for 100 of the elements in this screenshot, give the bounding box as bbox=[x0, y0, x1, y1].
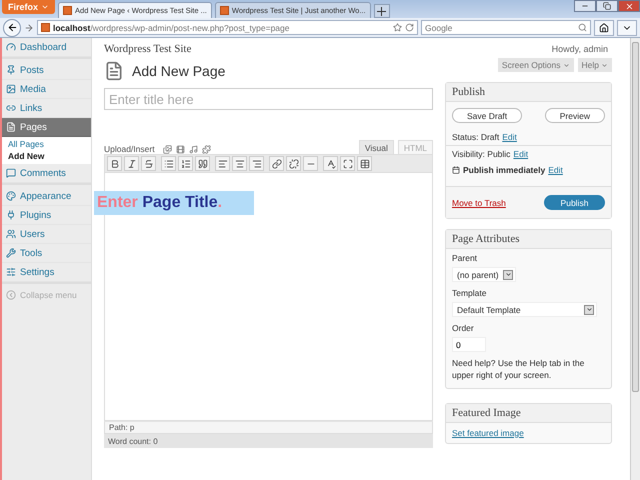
site-title[interactable]: Wordpress Test Site bbox=[104, 43, 192, 55]
forward-button[interactable] bbox=[24, 22, 34, 32]
back-arrow-icon bbox=[6, 22, 18, 33]
order-input-field[interactable]: 0 bbox=[452, 337, 486, 352]
sidebar-item[interactable]: Appearance bbox=[2, 187, 91, 206]
new-tab-button[interactable] bbox=[374, 4, 390, 18]
favicon-icon bbox=[41, 23, 50, 32]
comment-icon bbox=[6, 168, 16, 178]
toolbar-button[interactable] bbox=[232, 156, 247, 171]
pin-icon bbox=[6, 65, 16, 75]
save-draft-button[interactable]: Save Draft bbox=[452, 108, 522, 123]
toolbar-button[interactable] bbox=[141, 156, 156, 171]
link-icon bbox=[272, 158, 282, 168]
align-center-icon bbox=[234, 158, 244, 168]
sidebar-item[interactable]: Settings bbox=[2, 263, 91, 282]
back-button[interactable] bbox=[3, 18, 21, 36]
toolbar-button[interactable] bbox=[340, 156, 355, 171]
toolbar-button[interactable] bbox=[269, 156, 284, 171]
spellcheck-icon bbox=[326, 158, 336, 168]
path-text: Path: p bbox=[104, 421, 433, 434]
set-featured-image-link[interactable]: Set featured image bbox=[452, 428, 524, 438]
video-icon[interactable] bbox=[176, 145, 185, 154]
parent-select[interactable]: (no parent) bbox=[452, 267, 516, 282]
scrollbar[interactable] bbox=[630, 38, 640, 480]
address-bar[interactable]: localhost/wordpress/wp-admin/post-new.php?post_type=page bbox=[37, 20, 418, 35]
sidebar-item[interactable]: Users bbox=[2, 225, 91, 244]
toolbar-button[interactable] bbox=[161, 156, 176, 171]
align-left-icon bbox=[218, 158, 228, 168]
align-right-icon bbox=[252, 158, 262, 168]
field-label: Parent bbox=[451, 252, 478, 265]
caret-icon bbox=[562, 62, 570, 68]
plug-icon bbox=[6, 210, 16, 220]
caret-icon bbox=[41, 3, 50, 11]
header-tab-button[interactable]: Help bbox=[578, 58, 612, 72]
sidebar-item[interactable]: Pages bbox=[2, 118, 91, 137]
media-icon[interactable] bbox=[202, 145, 211, 154]
reload-icon[interactable] bbox=[405, 23, 414, 32]
sidebar-item[interactable]: Tools bbox=[2, 244, 91, 263]
toolbar-button[interactable] bbox=[357, 156, 372, 171]
users-icon bbox=[6, 229, 16, 239]
sidebar-item[interactable]: Dashboard bbox=[2, 38, 91, 57]
user-greeting[interactable]: Howdy, admin bbox=[552, 44, 608, 54]
toolbar-button[interactable] bbox=[124, 156, 139, 171]
toolbar-button[interactable] bbox=[286, 156, 301, 171]
preview-button[interactable]: Preview bbox=[544, 108, 605, 123]
template-select[interactable]: Default Template bbox=[452, 302, 597, 317]
music-icon[interactable] bbox=[188, 145, 198, 154]
favicon-icon bbox=[220, 6, 229, 15]
firefox-menu-button[interactable]: Firefox bbox=[2, 0, 56, 14]
caret-icon bbox=[601, 62, 608, 68]
move-to-trash-link[interactable]: Move to Trash bbox=[452, 198, 506, 208]
home-icon bbox=[599, 22, 609, 32]
toolbar-button[interactable] bbox=[215, 156, 230, 171]
title-input-field[interactable]: Enter title here bbox=[104, 88, 433, 110]
header-tab-button[interactable]: Screen Options bbox=[498, 58, 574, 72]
search-placeholder: Google bbox=[425, 22, 454, 32]
upload-insert-label: Upload/Insert bbox=[104, 144, 155, 154]
restore-icon bbox=[603, 2, 611, 10]
collapse-label: Collapse menu bbox=[20, 290, 77, 300]
toolbar-button[interactable] bbox=[195, 156, 210, 171]
image-icon[interactable] bbox=[162, 145, 172, 154]
publish-setting: Status: Draft bbox=[452, 132, 500, 142]
field-label: Template bbox=[451, 287, 488, 300]
quote-icon bbox=[198, 158, 208, 168]
submenu-item[interactable]: All Pages bbox=[8, 139, 91, 149]
submenu-item[interactable]: Add New bbox=[8, 151, 91, 161]
toolbar-button[interactable] bbox=[178, 156, 193, 171]
fullscreen-icon bbox=[342, 158, 352, 168]
word-count: Word count: 0 bbox=[104, 434, 433, 448]
toolbar-button[interactable] bbox=[303, 156, 318, 171]
strikethrough-icon bbox=[144, 158, 154, 168]
field-label: Order bbox=[451, 322, 475, 335]
panel-title: Featured Image bbox=[446, 404, 611, 423]
home-button[interactable] bbox=[594, 20, 614, 36]
help-text: Need help? Use the Help tab in the upper right of your screen. bbox=[451, 357, 586, 382]
restore-button[interactable] bbox=[596, 0, 618, 12]
toolbar-button[interactable] bbox=[323, 156, 338, 171]
search-field[interactable]: Google bbox=[421, 20, 591, 35]
toolbar-button[interactable] bbox=[107, 156, 122, 171]
image-icon bbox=[6, 84, 16, 94]
toolbar-button[interactable] bbox=[249, 156, 264, 171]
publish-setting: Visibility: Public bbox=[452, 149, 510, 159]
url-text: localhost/wordpress/wp-admin/post-new.php?post_type=page bbox=[53, 22, 290, 32]
panel-title: Page Attributes bbox=[446, 230, 611, 249]
sidebar-item[interactable]: Plugins bbox=[2, 206, 91, 225]
search-icon[interactable] bbox=[578, 23, 587, 32]
close-icon bbox=[624, 2, 634, 10]
publish-button[interactable]: Publish bbox=[544, 195, 605, 210]
sidebar-item[interactable]: Posts bbox=[2, 61, 91, 80]
editor-tab[interactable]: Visual bbox=[358, 140, 394, 154]
bookmark-star-icon[interactable] bbox=[393, 23, 402, 32]
bold-icon bbox=[110, 158, 120, 168]
edit-link[interactable]: Edit bbox=[502, 132, 517, 142]
sidebar-item[interactable]: Media bbox=[2, 80, 91, 99]
edit-link[interactable]: Edit bbox=[513, 149, 528, 159]
edit-link[interactable]: Edit bbox=[548, 165, 563, 175]
callout-label: Enter Page Title. bbox=[94, 191, 254, 215]
sidebar-item[interactable]: Comments bbox=[2, 164, 91, 183]
numbered-list-icon bbox=[180, 158, 190, 168]
favicon-icon bbox=[63, 6, 72, 15]
